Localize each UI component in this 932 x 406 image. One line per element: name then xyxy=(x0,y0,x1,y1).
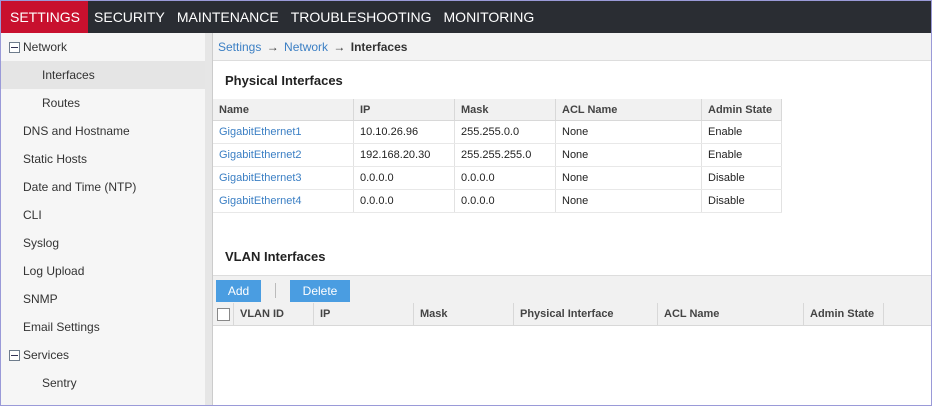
sidebar-item-static-hosts[interactable]: Static Hosts xyxy=(1,145,205,173)
sidebar-item-dns[interactable]: DNS and Hostname xyxy=(1,117,205,145)
cell-mask: 255.255.0.0 xyxy=(454,120,556,144)
main-content: Settings → Network → Interfaces Physical… xyxy=(213,33,931,405)
tab-maintenance[interactable]: MAINTENANCE xyxy=(171,1,285,33)
interface-name-link[interactable]: GigabitEthernet3 xyxy=(213,166,354,190)
cell-admin-state: Enable xyxy=(701,120,782,144)
interface-name-link[interactable]: GigabitEthernet2 xyxy=(213,143,354,167)
sidebar-item-label: SNMP xyxy=(23,292,58,306)
interface-name-link[interactable]: GigabitEthernet4 xyxy=(213,189,354,213)
table-row[interactable]: GigabitEthernet3 0.0.0.0 0.0.0.0 None Di… xyxy=(213,166,782,190)
sidebar-item-label: Email Settings xyxy=(23,320,100,334)
vlan-table-header: VLAN ID IP Mask Physical Interface ACL N… xyxy=(213,303,931,326)
sidebar-item-network[interactable]: Network xyxy=(1,33,205,61)
sidebar-item-cli[interactable]: CLI xyxy=(1,201,205,229)
sidebar-item-label: Log Upload xyxy=(23,264,85,278)
table-row[interactable]: GigabitEthernet2 192.168.20.30 255.255.2… xyxy=(213,143,782,167)
sidebar-item-snmp[interactable]: SNMP xyxy=(1,285,205,313)
collapse-icon[interactable] xyxy=(9,350,20,361)
sidebar-item-label: DNS and Hostname xyxy=(23,124,130,138)
tab-security[interactable]: SECURITY xyxy=(88,1,171,33)
column-header-admin-state[interactable]: Admin State xyxy=(804,303,884,325)
cell-admin-state: Disable xyxy=(701,166,782,190)
column-header-mask[interactable]: Mask xyxy=(414,303,514,325)
cell-mask: 255.255.255.0 xyxy=(454,143,556,167)
sidebar-item-label: Date and Time (NTP) xyxy=(23,180,137,194)
column-header-physical-interface[interactable]: Physical Interface xyxy=(514,303,658,325)
breadcrumb-arrow: → xyxy=(266,40,279,54)
cell-acl-name: None xyxy=(555,143,702,167)
breadcrumb-network[interactable]: Network xyxy=(284,40,328,54)
breadcrumb: Settings → Network → Interfaces xyxy=(213,33,931,61)
column-header-acl-name[interactable]: ACL Name xyxy=(555,99,702,121)
cell-mask: 0.0.0.0 xyxy=(454,189,556,213)
sidebar-item-log-upload[interactable]: Log Upload xyxy=(1,257,205,285)
vlan-toolbar: Add Delete xyxy=(213,275,931,305)
breadcrumb-arrow: → xyxy=(333,40,346,54)
sidebar-item-email-settings[interactable]: Email Settings xyxy=(1,313,205,341)
app-window: SETTINGS SECURITY MAINTENANCE TROUBLESHO… xyxy=(0,0,932,406)
sidebar-item-label: Services xyxy=(23,348,70,362)
cell-mask: 0.0.0.0 xyxy=(454,166,556,190)
sidebar-item-syslog[interactable]: Syslog xyxy=(1,229,205,257)
sidebar-item-label: Sentry xyxy=(42,376,77,390)
cell-admin-state: Disable xyxy=(701,189,782,213)
physical-interfaces-title: Physical Interfaces xyxy=(225,73,343,88)
sidebar-item-sentry[interactable]: Sentry xyxy=(1,369,205,397)
breadcrumb-settings[interactable]: Settings xyxy=(218,40,261,54)
cell-acl-name: None xyxy=(555,166,702,190)
column-header-name[interactable]: Name xyxy=(213,99,354,121)
breadcrumb-current: Interfaces xyxy=(350,40,408,54)
select-all-cell xyxy=(213,303,234,325)
sidebar-item-label: Interfaces xyxy=(42,68,95,82)
table-row[interactable]: GigabitEthernet4 0.0.0.0 0.0.0.0 None Di… xyxy=(213,189,782,213)
sidebar-item-label: Syslog xyxy=(23,236,60,250)
delete-button[interactable]: Delete xyxy=(290,280,350,302)
cell-ip: 0.0.0.0 xyxy=(353,189,455,213)
sidebar-scrollbar[interactable] xyxy=(205,33,213,405)
select-all-checkbox[interactable] xyxy=(217,308,230,321)
column-header-mask[interactable]: Mask xyxy=(454,99,556,121)
column-header-admin-state[interactable]: Admin State xyxy=(701,99,782,121)
cell-ip: 0.0.0.0 xyxy=(353,166,455,190)
toolbar-divider xyxy=(275,283,276,298)
column-header-acl-name[interactable]: ACL Name xyxy=(658,303,804,325)
sidebar-item-label: Static Hosts xyxy=(23,152,88,166)
sidebar-item-interfaces[interactable]: Interfaces xyxy=(1,61,205,89)
sidebar-item-label: CLI xyxy=(23,208,42,222)
cell-acl-name: None xyxy=(555,120,702,144)
sidebar: Network Interfaces Routes DNS and Hostna… xyxy=(1,33,206,405)
cell-admin-state: Enable xyxy=(701,143,782,167)
cell-acl-name: None xyxy=(555,189,702,213)
cell-ip: 10.10.26.96 xyxy=(353,120,455,144)
vlan-interfaces-title: VLAN Interfaces xyxy=(225,249,326,264)
tab-settings[interactable]: SETTINGS xyxy=(1,1,89,33)
top-nav: SETTINGS SECURITY MAINTENANCE TROUBLESHO… xyxy=(1,1,931,33)
collapse-icon[interactable] xyxy=(9,42,20,53)
column-header-ip[interactable]: IP xyxy=(314,303,414,325)
table-row[interactable]: GigabitEthernet1 10.10.26.96 255.255.0.0… xyxy=(213,120,782,144)
sidebar-item-services[interactable]: Services xyxy=(1,341,205,369)
cell-ip: 192.168.20.30 xyxy=(353,143,455,167)
table-header-row: Name IP Mask ACL Name Admin State xyxy=(213,99,782,121)
sidebar-item-label: Network xyxy=(23,40,68,54)
add-button[interactable]: Add xyxy=(216,280,261,302)
physical-interfaces-table: Name IP Mask ACL Name Admin State Gigabi… xyxy=(213,99,782,213)
sidebar-item-routes[interactable]: Routes xyxy=(1,89,205,117)
sidebar-item-label: Routes xyxy=(42,96,81,110)
tab-troubleshooting[interactable]: TROUBLESHOOTING xyxy=(285,1,438,33)
column-header-ip[interactable]: IP xyxy=(353,99,455,121)
tab-monitoring[interactable]: MONITORING xyxy=(438,1,541,33)
interface-name-link[interactable]: GigabitEthernet1 xyxy=(213,120,354,144)
column-header-vlan-id[interactable]: VLAN ID xyxy=(234,303,314,325)
sidebar-item-date-time[interactable]: Date and Time (NTP) xyxy=(1,173,205,201)
